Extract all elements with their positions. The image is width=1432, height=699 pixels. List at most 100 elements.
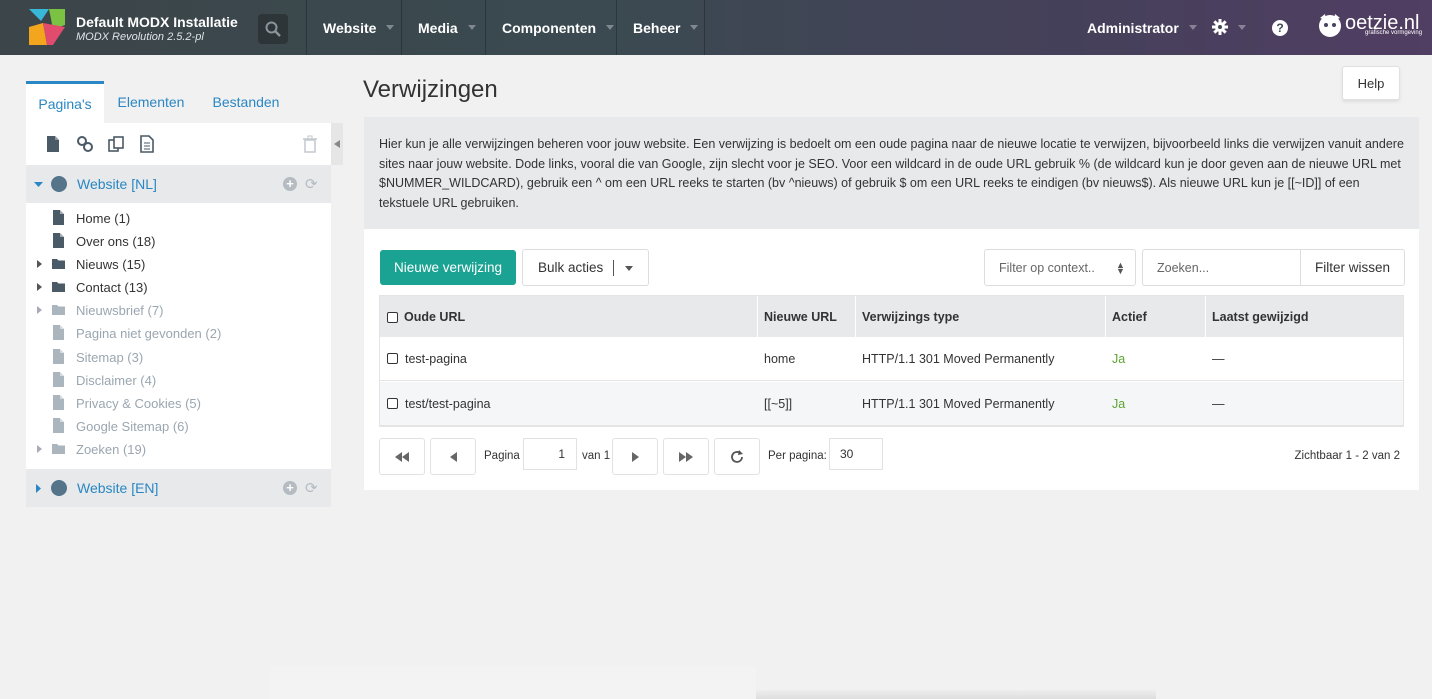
modx-logo-icon[interactable]: [27, 7, 67, 47]
tree-node[interactable]: Home (1): [26, 207, 331, 229]
previous-page-icon: [449, 451, 457, 462]
chevron-down-icon: [606, 25, 615, 30]
site-title[interactable]: Default MODX Installatie: [76, 14, 238, 30]
cell-active: Ja: [1112, 397, 1126, 411]
globe-icon: [51, 480, 67, 496]
chevron-down-icon: [690, 25, 699, 30]
context-website-en[interactable]: Website [EN] + ⟳: [26, 469, 331, 507]
tree-node-label: Nieuwsbrief (7): [76, 303, 164, 318]
folder-icon: [52, 305, 65, 315]
document-icon: [53, 418, 64, 433]
tab-bestanden[interactable]: Bestanden: [202, 81, 290, 123]
tree-node[interactable]: Pagina niet gevonden (2): [26, 322, 331, 344]
weblink-icon[interactable]: [76, 135, 94, 153]
row-checkbox[interactable]: [387, 398, 398, 409]
page-title: Verwijzingen: [363, 76, 498, 103]
settings-menu[interactable]: [1212, 19, 1246, 35]
new-document-icon[interactable]: [44, 135, 62, 153]
context-label: Website [EN]: [77, 480, 159, 496]
nav-website[interactable]: Website: [306, 0, 401, 55]
symlink-icon[interactable]: [107, 135, 125, 153]
nav-beheer[interactable]: Beheer: [616, 0, 705, 55]
nav-media[interactable]: Media: [401, 0, 485, 55]
per-page-input[interactable]: 30: [829, 438, 883, 470]
first-page-icon: [395, 451, 409, 462]
cell-new-url: [[~5]]: [764, 397, 793, 411]
document-icon: [53, 233, 64, 248]
tree-node[interactable]: Google Sitemap (6): [26, 415, 331, 437]
refresh-icon[interactable]: ⟳: [305, 479, 318, 497]
last-page-button[interactable]: [663, 438, 709, 475]
expand-arrow-icon[interactable]: [37, 283, 42, 291]
expanded-caret-icon[interactable]: [34, 180, 43, 189]
table-row[interactable]: test-pagina home HTTP/1.1 301 Moved Perman…: [380, 337, 1403, 381]
tree-node-label: Disclaimer (4): [76, 373, 157, 388]
column-label: Actief: [1112, 309, 1147, 324]
chevron-down-icon: [1238, 24, 1246, 30]
tree-node-label: Over ons (18): [76, 234, 156, 249]
select-all-checkbox[interactable]: [387, 312, 398, 323]
first-page-button[interactable]: [379, 438, 425, 475]
row-checkbox[interactable]: [387, 353, 398, 364]
tree-node[interactable]: Nieuwsbrief (7): [26, 299, 331, 321]
bulk-actions-button[interactable]: Bulk acties: [522, 249, 649, 286]
expand-arrow-icon[interactable]: [37, 260, 42, 268]
tree-node[interactable]: Privacy & Cookies (5): [26, 392, 331, 414]
nav-componenten[interactable]: Componenten: [485, 0, 616, 55]
help-icon[interactable]: ?: [1272, 20, 1288, 36]
tree-node[interactable]: Zoeken (19): [26, 438, 331, 460]
search-placeholder: Zoeken...: [1157, 260, 1210, 275]
clear-filter-button[interactable]: Filter wissen: [1300, 249, 1405, 286]
user-menu[interactable]: Administrator: [1087, 0, 1197, 55]
gear-icon: [1212, 19, 1228, 35]
tree-node-label: Pagina niet gevonden (2): [76, 326, 222, 341]
document-icon: [53, 325, 64, 340]
tree-node[interactable]: Contact (13): [26, 276, 331, 298]
previous-page-button[interactable]: [430, 438, 476, 475]
chevron-down-icon: [467, 25, 476, 30]
column-oude-url[interactable]: Oude URL: [380, 296, 758, 337]
column-actief[interactable]: Actief: [1106, 296, 1206, 337]
help-button[interactable]: Help: [1342, 66, 1400, 100]
static-resource-icon[interactable]: [138, 135, 156, 153]
add-icon[interactable]: +: [283, 177, 297, 191]
column-nieuwe-url[interactable]: Nieuwe URL: [758, 296, 856, 337]
expand-arrow-icon[interactable]: [37, 445, 42, 453]
context-website-nl[interactable]: Website [NL] + ⟳: [26, 165, 331, 203]
nav-beheer-label: Beheer: [633, 19, 681, 36]
context-label: Website [NL]: [77, 176, 157, 192]
search-input[interactable]: Zoeken...: [1142, 249, 1301, 286]
trash-icon[interactable]: [301, 135, 319, 153]
visible-count: Zichtbaar 1 - 2 van 2: [1294, 450, 1400, 462]
tree-node-label: Home (1): [76, 211, 131, 226]
collapse-panel-handle[interactable]: [331, 123, 343, 165]
tree-toolbar: [26, 123, 331, 165]
column-label: Verwijzings type: [862, 309, 960, 324]
last-page-icon: [679, 451, 693, 462]
refresh-button[interactable]: [714, 438, 760, 475]
tree-node[interactable]: Sitemap (3): [26, 346, 331, 368]
page-number-input[interactable]: 1: [523, 438, 577, 470]
tab-paginas[interactable]: Pagina's: [26, 81, 104, 123]
new-redirect-button[interactable]: Nieuwe verwijzing: [380, 250, 516, 285]
next-page-button[interactable]: [612, 438, 658, 475]
context-filter-select[interactable]: Filter op context.. ▲ ▼: [984, 249, 1136, 286]
add-icon[interactable]: +: [283, 481, 297, 495]
refresh-icon[interactable]: ⟳: [305, 175, 318, 193]
expand-arrow-icon[interactable]: [37, 306, 42, 314]
tab-elementen[interactable]: Elementen: [108, 81, 194, 123]
column-type[interactable]: Verwijzings type: [856, 296, 1106, 337]
table-row[interactable]: test/test-pagina [[~5]] HTTP/1.1 301 Moved…: [380, 382, 1403, 426]
column-laatst-gewijzigd[interactable]: Laatst gewijzigd: [1206, 296, 1403, 337]
collapsed-caret-icon[interactable]: [34, 484, 43, 493]
grid-header: Oude URL Nieuwe URL Verwijzings type Act…: [380, 296, 1403, 337]
document-icon: [53, 395, 64, 410]
tree-node[interactable]: Nieuws (15): [26, 253, 331, 275]
search-button[interactable]: [258, 14, 288, 44]
tree-node[interactable]: Over ons (18): [26, 230, 331, 252]
document-icon: [53, 349, 64, 364]
chevron-down-icon[interactable]: [625, 266, 633, 271]
brand-logo[interactable]: oetzie.nl grafische vormgeving: [1317, 12, 1422, 38]
brand-mascot-icon: [1319, 14, 1341, 37]
tree-node[interactable]: Disclaimer (4): [26, 369, 331, 391]
